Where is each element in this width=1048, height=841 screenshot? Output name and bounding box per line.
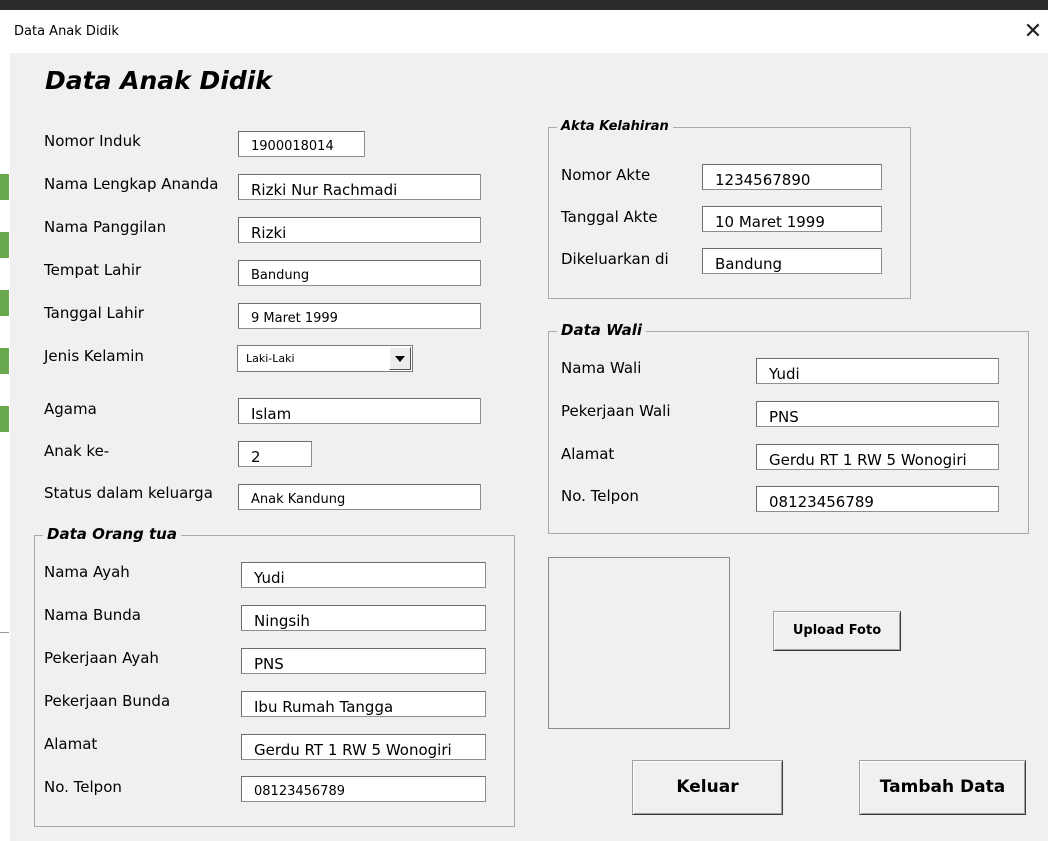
nama-lengkap-label: Nama Lengkap Ananda [44, 175, 219, 193]
birth-cert-frame: Akta Kelahiran Nomor Akte 1234567890 Tan… [548, 119, 911, 299]
jenis-kelamin-dropdown[interactable]: Laki-Laki [237, 345, 413, 372]
tanggal-lahir-field[interactable]: 9 Maret 1999 [238, 303, 481, 329]
tanggal-akte-label: Tanggal Akte [561, 208, 658, 226]
anak-ke-field[interactable]: 2 [238, 441, 312, 467]
parents-frame-title: Data Orang tua [43, 525, 181, 543]
nama-lengkap-field[interactable]: Rizki Nur Rachmadi [238, 174, 481, 200]
sheet-cell-marker [0, 348, 9, 374]
agama-label: Agama [44, 400, 97, 418]
status-keluarga-label: Status dalam keluarga [44, 484, 213, 502]
tempat-lahir-field[interactable]: Bandung [238, 260, 481, 286]
sheet-gridline [0, 632, 9, 633]
nama-panggilan-field[interactable]: Rizki [238, 217, 481, 243]
sheet-cell-marker [0, 290, 9, 316]
guardian-frame-title: Data Wali [557, 321, 647, 339]
dikeluarkan-field[interactable]: Bandung [702, 248, 882, 274]
alamat-wali-field[interactable]: Gerdu RT 1 RW 5 Wonogiri [756, 444, 999, 470]
jenis-kelamin-label: Jenis Kelamin [44, 347, 144, 365]
nama-wali-field[interactable]: Yudi [756, 358, 999, 384]
userform-window: Data Anak Didik ✕ Data Anak Didik Nomor … [10, 10, 1048, 841]
dikeluarkan-label: Dikeluarkan di [561, 250, 669, 268]
pekerjaan-ayah-label: Pekerjaan Ayah [44, 649, 159, 667]
tempat-lahir-label: Tempat Lahir [44, 261, 142, 279]
pekerjaan-bunda-label: Pekerjaan Bunda [44, 692, 171, 710]
nama-bunda-label: Nama Bunda [44, 606, 142, 624]
nomor-induk-field[interactable]: 1900018014 [238, 131, 365, 157]
nomor-akte-field[interactable]: 1234567890 [702, 164, 882, 190]
telpon-wali-label: No. Telpon [561, 487, 639, 505]
top-border [0, 0, 1048, 10]
window-title: Data Anak Didik [14, 24, 119, 39]
parents-frame: Data Orang tua Nama Ayah Yudi Nama Bunda… [34, 525, 515, 827]
sheet-cell-marker [0, 232, 9, 258]
birth-cert-frame-title: Akta Kelahiran [557, 119, 673, 134]
sheet-cell-marker [0, 406, 9, 432]
pekerjaan-wali-label: Pekerjaan Wali [561, 402, 671, 420]
tambah-data-button[interactable]: Tambah Data [859, 760, 1026, 815]
alamat-orangtua-field[interactable]: Gerdu RT 1 RW 5 Wonogiri [241, 734, 486, 760]
nomor-akte-label: Nomor Akte [561, 166, 651, 184]
background-sheet-strip [0, 10, 10, 841]
keluar-button[interactable]: Keluar [632, 760, 783, 815]
tanggal-lahir-label: Tanggal Lahir [44, 304, 144, 322]
pekerjaan-wali-field[interactable]: PNS [756, 401, 999, 427]
jenis-kelamin-value: Laki-Laki [246, 352, 295, 365]
pekerjaan-ayah-field[interactable]: PNS [241, 648, 486, 674]
status-keluarga-field[interactable]: Anak Kandung [238, 484, 481, 510]
pekerjaan-bunda-field[interactable]: Ibu Rumah Tangga [241, 691, 486, 717]
nama-ayah-label: Nama Ayah [44, 563, 130, 581]
nomor-induk-label: Nomor Induk [44, 132, 141, 150]
guardian-frame: Data Wali Nama Wali Yudi Pekerjaan Wali … [548, 321, 1029, 534]
close-icon[interactable]: ✕ [1020, 18, 1046, 46]
nama-ayah-field[interactable]: Yudi [241, 562, 486, 588]
photo-preview [548, 557, 730, 729]
tanggal-akte-field[interactable]: 10 Maret 1999 [702, 206, 882, 232]
telpon-wali-field[interactable]: 08123456789 [756, 486, 999, 512]
page-title: Data Anak Didik [45, 66, 272, 95]
upload-foto-button[interactable]: Upload Foto [773, 611, 901, 651]
alamat-wali-label: Alamat [561, 445, 615, 463]
chevron-down-icon [395, 356, 405, 362]
anak-ke-label: Anak ke- [44, 442, 110, 460]
telpon-orangtua-label: No. Telpon [44, 778, 122, 796]
dropdown-button[interactable] [389, 347, 411, 370]
nama-wali-label: Nama Wali [561, 359, 642, 377]
title-bar: Data Anak Didik ✕ [10, 10, 1048, 53]
nama-bunda-field[interactable]: Ningsih [241, 605, 486, 631]
sheet-cell-marker [0, 174, 9, 200]
telpon-orangtua-field[interactable]: 08123456789 [241, 776, 486, 802]
nama-panggilan-label: Nama Panggilan [44, 218, 167, 236]
agama-field[interactable]: Islam [238, 398, 481, 424]
alamat-orangtua-label: Alamat [44, 735, 98, 753]
